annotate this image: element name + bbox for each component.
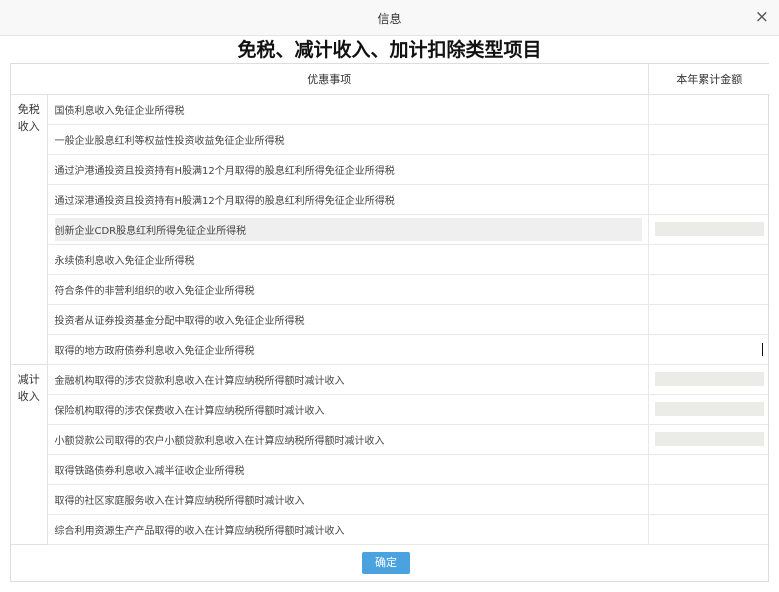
table-row: 小额贷款公司取得的农户小额贷款利息收入在计算应纳税所得额时减计收入 (11, 424, 770, 455)
table-row: 符合条件的非营利组织的收入免征企业所得税 (11, 274, 770, 305)
item-label: 永续债利息收入免征企业所得税 (47, 244, 648, 275)
amount-input-disabled (654, 372, 764, 386)
item-label: 通过深港通投资且投资持有H股满12个月取得的股息红利所得免征企业所得税 (47, 184, 648, 215)
table-row: 取得铁路债券利息收入减半征收企业所得税 (11, 454, 770, 485)
amount-cell[interactable] (647, 184, 770, 215)
amount-cell[interactable] (647, 454, 770, 485)
amount-cell[interactable] (647, 274, 770, 305)
table-row: 综合利用资源生产产品取得的收入在计算应纳税所得额时减计收入 (11, 514, 770, 545)
ok-button[interactable]: 确定 (362, 551, 410, 574)
table-row: 通过沪港通投资且投资持有H股满12个月取得的股息红利所得免征企业所得税 (11, 154, 770, 185)
item-label: 符合条件的非营利组织的收入免征企业所得税 (47, 274, 648, 305)
amount-input-disabled (654, 432, 764, 446)
text-cursor (762, 342, 763, 356)
dialog-title: 信息 (377, 12, 402, 26)
table-row: 通过深港通投资且投资持有H股满12个月取得的股息红利所得免征企业所得税 (11, 184, 770, 215)
dialog-footer: 确定 (11, 545, 768, 582)
table-row: 投资者从证券投资基金分配中取得的收入免征企业所得税 (11, 304, 770, 335)
amount-cell (647, 424, 770, 455)
amount-cell[interactable] (647, 124, 770, 155)
category-exempt-income: 免税 收入 (11, 94, 48, 365)
item-label: 取得铁路债券利息收入减半征收企业所得税 (47, 454, 648, 485)
column-header-amount: 本年累计金额 (647, 64, 770, 95)
item-label: 取得的社区家庭服务收入在计算应纳税所得额时减计收入 (47, 484, 648, 515)
table-row: 创新企业CDR股息红利所得免征企业所得税 (11, 214, 770, 245)
dialog-titlebar: 信息 × (0, 0, 779, 36)
amount-cell (647, 364, 770, 395)
category-reduced-income: 减计 收入 (11, 364, 48, 545)
table-row: 取得的社区家庭服务收入在计算应纳税所得额时减计收入 (11, 484, 770, 515)
item-label: 金融机构取得的涉农贷款利息收入在计算应纳税所得额时减计收入 (47, 364, 648, 395)
amount-cell (647, 214, 770, 245)
amount-cell[interactable] (647, 304, 770, 335)
table-row: 免税 收入 国债利息收入免征企业所得税 (11, 94, 770, 365)
item-label: 取得的地方政府债券利息收入免征企业所得税 (47, 334, 648, 365)
item-label: 保险机构取得的涉农保费收入在计算应纳税所得额时减计收入 (47, 394, 648, 425)
table-row: 一般企业股息红利等权益性投资收益免征企业所得税 (11, 124, 770, 155)
column-header-item: 优惠事项 (11, 64, 648, 95)
item-label: 综合利用资源生产产品取得的收入在计算应纳税所得额时减计收入 (47, 514, 648, 545)
table-row: 永续债利息收入免征企业所得税 (11, 244, 770, 275)
amount-cell-active[interactable] (647, 334, 770, 365)
amount-cell[interactable] (647, 94, 770, 125)
amount-cell[interactable] (647, 484, 770, 515)
amount-cell[interactable] (647, 514, 770, 545)
item-label: 小额贷款公司取得的农户小额贷款利息收入在计算应纳税所得额时减计收入 (47, 424, 648, 455)
item-label: 一般企业股息红利等权益性投资收益免征企业所得税 (47, 124, 648, 155)
item-label-disabled: 创新企业CDR股息红利所得免征企业所得税 (47, 214, 648, 245)
item-label: 国债利息收入免征企业所得税 (47, 94, 648, 125)
amount-input-disabled (654, 402, 764, 416)
amount-cell[interactable] (647, 244, 770, 275)
item-label: 通过沪港通投资且投资持有H股满12个月取得的股息红利所得免征企业所得税 (47, 154, 648, 185)
page-title: 免税、减计收入、加计扣除类型项目 (237, 39, 542, 61)
amount-input-disabled (654, 222, 764, 236)
amount-cell (647, 394, 770, 425)
item-label: 投资者从证券投资基金分配中取得的收入免征企业所得税 (47, 304, 648, 335)
deduction-table: 优惠事项 本年累计金额 免税 收入 国债利息收入免征企业所得税 一般企业股息红利等… (10, 63, 770, 582)
table-row: 减计 收入 金融机构取得的涉农贷款利息收入在计算应纳税所得额时减计收入 (11, 364, 770, 545)
table-row: 保险机构取得的涉农保费收入在计算应纳税所得额时减计收入 (11, 394, 770, 425)
item-label-text: 创新企业CDR股息红利所得免征企业所得税 (54, 217, 642, 241)
table-row: 取得的地方政府债券利息收入免征企业所得税 (11, 334, 770, 365)
close-icon[interactable]: × (755, 7, 769, 27)
amount-cell[interactable] (647, 154, 770, 185)
info-dialog: 信息 × 免税、减计收入、加计扣除类型项目 优惠事项 本年累计金额 免税 收入 国… (0, 0, 779, 592)
table-header-row: 优惠事项 本年累计金额 (11, 64, 770, 95)
